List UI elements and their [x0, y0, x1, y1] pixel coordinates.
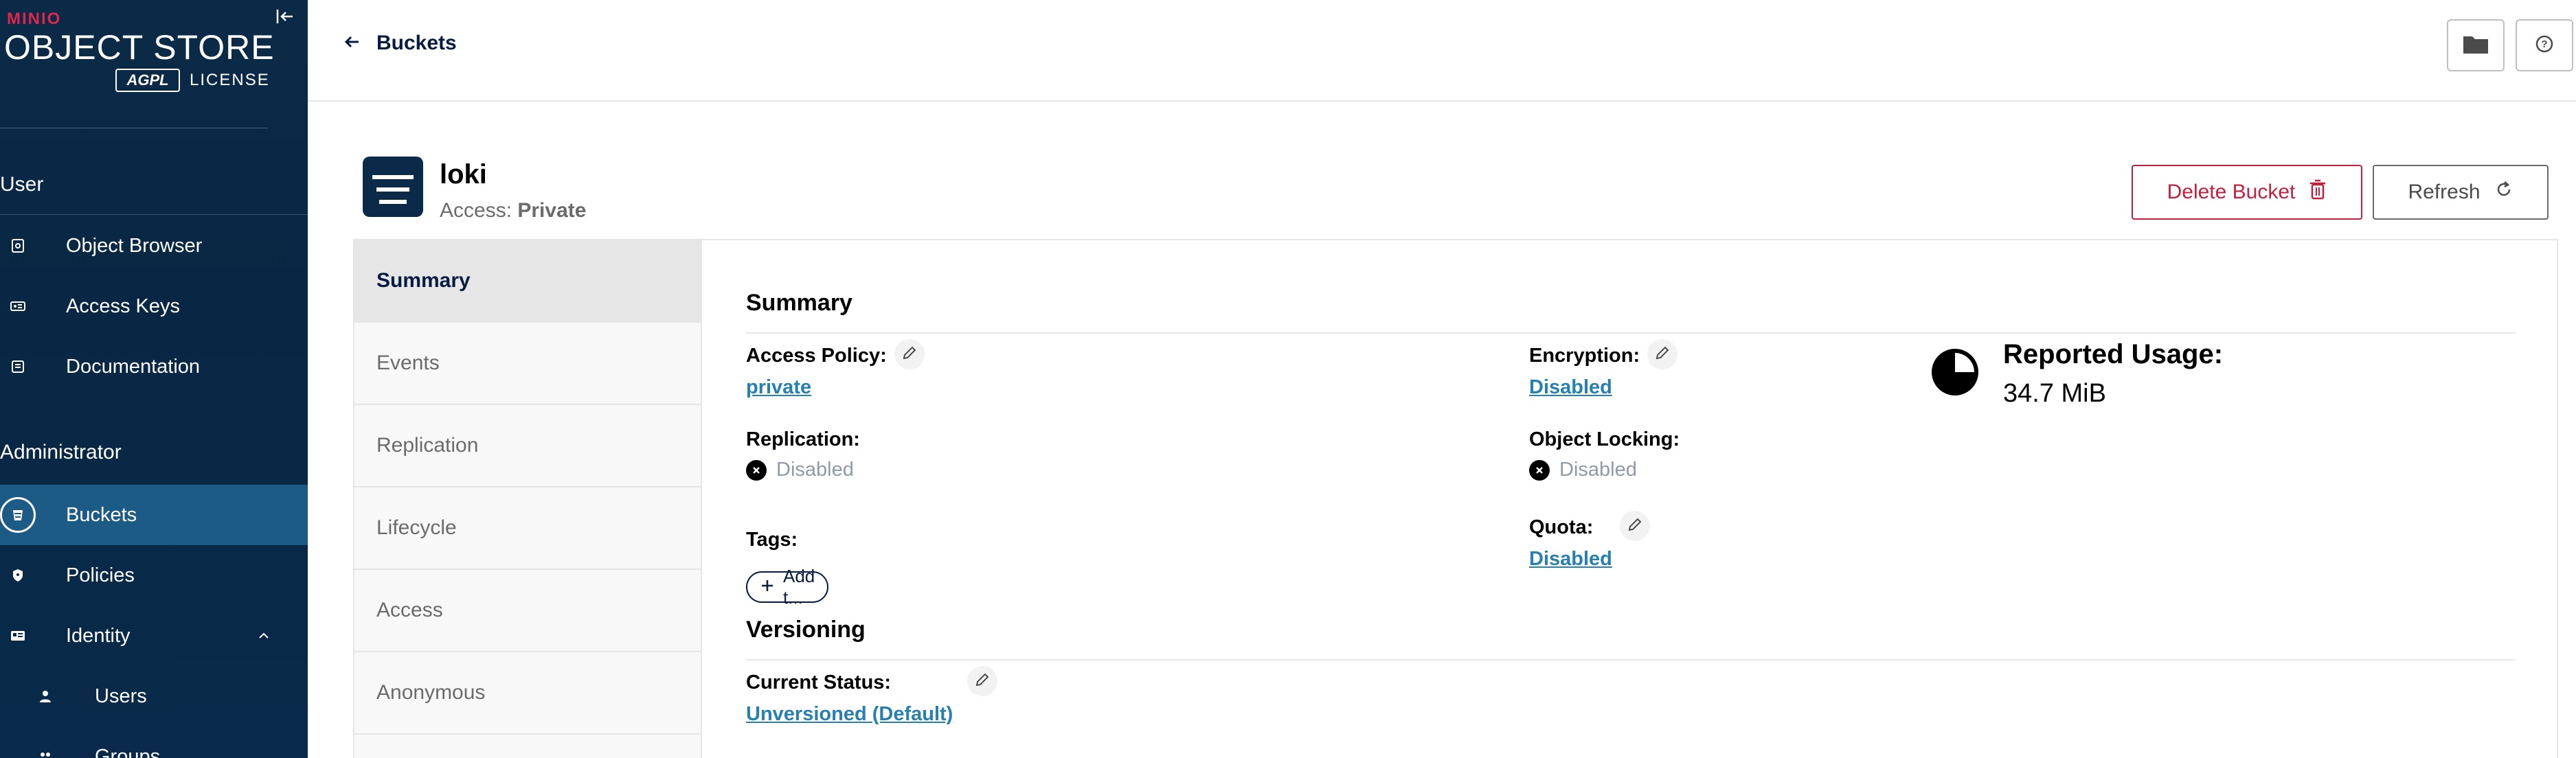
sidebar-item-label: Buckets [66, 503, 137, 526]
usage-pie-icon [1929, 346, 1981, 398]
help-icon: ? [2534, 34, 2555, 58]
object-locking-label: Object Locking: [1529, 428, 1680, 450]
sidebar-item-label: Policies [66, 564, 135, 586]
bucket-icon [0, 497, 36, 533]
bucket-tabs: Summary Events Replication Lifecycle Acc… [354, 240, 702, 758]
sidebar-item-object-browser[interactable]: Object Browser [0, 216, 308, 276]
arrow-left-icon [343, 33, 361, 54]
sidebar-item-groups[interactable]: Groups [0, 726, 308, 758]
tab-lifecycle[interactable]: Lifecycle [354, 487, 702, 570]
sidebar-item-documentation[interactable]: Documentation [0, 336, 308, 397]
user-icon [34, 685, 56, 707]
chevron-up-icon[interactable] [256, 628, 272, 644]
plus-icon [760, 577, 775, 598]
edit-access-policy-button[interactable] [894, 339, 925, 369]
bucket-name: loki [440, 159, 487, 190]
versioning-status-link[interactable]: Unversioned (Default) [746, 703, 953, 726]
add-tag-label: Add t... [783, 566, 815, 608]
sidebar-item-buckets[interactable]: Buckets [0, 485, 308, 545]
close-circle-icon [746, 459, 767, 481]
bucket-details-panel: Summary Events Replication Lifecycle Acc… [353, 239, 2558, 758]
trash-icon [2309, 179, 2327, 205]
object-locking-status: Disabled [1529, 459, 1637, 481]
pencil-icon [974, 671, 991, 691]
back-to-buckets-link[interactable]: Buckets [343, 32, 457, 55]
access-policy-link[interactable]: private [746, 376, 811, 399]
collapse-sidebar-icon[interactable] [273, 5, 295, 27]
bucket-large-icon [363, 157, 423, 217]
sidebar-item-users[interactable]: Users [0, 666, 308, 726]
replication-value: Disabled [776, 459, 854, 481]
access-prefix: Access: [440, 199, 512, 222]
reported-usage-value: 34.7 MiB [2003, 379, 2106, 408]
tab-anonymous[interactable]: Anonymous [354, 652, 702, 735]
delete-bucket-label: Delete Bucket [2167, 181, 2296, 203]
encryption-label: Encryption: [1529, 345, 1640, 367]
tab-events[interactable]: Events [354, 323, 702, 405]
minio-logo: MINIO [7, 10, 62, 28]
edit-versioning-button[interactable] [967, 666, 997, 696]
delete-bucket-button[interactable]: Delete Bucket [2132, 165, 2362, 220]
pencil-icon [1627, 516, 1643, 536]
help-button[interactable]: ? [2516, 19, 2573, 71]
top-bar: Buckets ? [308, 0, 2576, 102]
sidebar-item-label: Documentation [66, 355, 201, 378]
sidebar-item-label: Groups [95, 745, 161, 758]
encryption-link[interactable]: Disabled [1529, 376, 1612, 399]
tab-summary[interactable]: Summary [354, 240, 702, 323]
identity-card-icon [7, 625, 29, 647]
sidebar-item-label: Users [95, 685, 147, 707]
reported-usage-label: Reported Usage: [2003, 339, 2224, 369]
summary-divider [746, 332, 2516, 334]
quota-label: Quota: [1529, 516, 1594, 538]
section-divider [0, 214, 308, 215]
refresh-button[interactable]: Refresh [2373, 165, 2549, 220]
close-circle-icon [1529, 459, 1550, 481]
access-policy-label: Access Policy: [746, 345, 887, 367]
sidebar-item-identity[interactable]: Identity [0, 606, 308, 666]
groups-icon [34, 746, 56, 758]
policy-shield-icon [7, 564, 29, 586]
sidebar-item-access-keys[interactable]: Access Keys [0, 276, 308, 336]
tab-replication[interactable]: Replication [354, 405, 702, 487]
section-administrator: Administrator [0, 441, 122, 463]
sidebar-item-label: Object Browser [66, 234, 203, 257]
edit-quota-button[interactable] [1620, 511, 1650, 541]
refresh-icon [2494, 180, 2513, 205]
add-tag-button[interactable]: Add t... [746, 566, 829, 608]
agpl-logo: AGPL [115, 69, 180, 92]
svg-text:?: ? [2541, 38, 2547, 50]
edit-encryption-button[interactable] [1647, 339, 1677, 369]
documentation-icon [7, 356, 29, 378]
tab-access[interactable]: Access [354, 570, 702, 652]
refresh-label: Refresh [2408, 181, 2481, 203]
summary-heading: Summary [746, 290, 852, 316]
product-title: OBJECT STORE [4, 28, 275, 67]
bucket-access: Access: Private [440, 199, 586, 222]
replication-label: Replication: [746, 428, 860, 450]
object-browser-icon [7, 235, 29, 257]
license-label: LICENSE [190, 71, 270, 89]
current-status-label: Current Status: [746, 671, 892, 693]
object-locking-value: Disabled [1559, 459, 1637, 481]
quota-link[interactable]: Disabled [1529, 548, 1612, 571]
sidebar-item-label: Access Keys [66, 295, 180, 317]
pencil-icon [1654, 345, 1671, 365]
replication-status: Disabled [746, 459, 854, 481]
pencil-icon [901, 345, 918, 365]
section-user: User [0, 173, 44, 196]
access-keys-icon [7, 295, 29, 317]
folder-icon [2462, 32, 2489, 59]
access-value: Private [517, 199, 587, 222]
sidebar: MINIO OBJECT STORE AGPL LICENSE User Obj… [0, 0, 308, 758]
versioning-heading: Versioning [746, 617, 866, 643]
sidebar-item-label: Identity [66, 624, 131, 647]
license-badge: AGPL LICENSE [115, 69, 270, 92]
tags-label: Tags: [746, 529, 798, 551]
back-link-label: Buckets [376, 32, 457, 54]
sidebar-item-policies[interactable]: Policies [0, 545, 308, 606]
versioning-divider [746, 659, 2516, 661]
object-browser-button[interactable] [2447, 19, 2505, 71]
